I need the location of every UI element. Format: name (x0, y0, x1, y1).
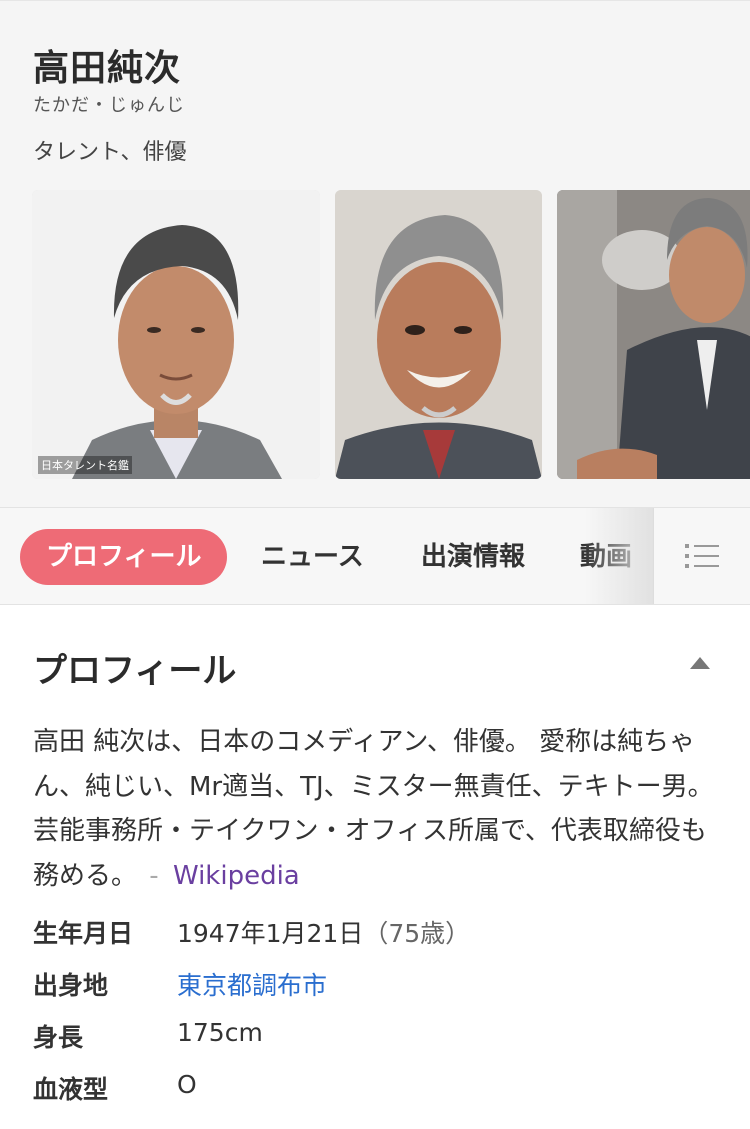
knowledge-panel-header: 高田純次 たかだ・じゅんじ タレント、俳優 日本タレント名鑑 (0, 0, 750, 507)
portrait-image-1 (32, 190, 320, 479)
photo-portrait-3[interactable] (557, 190, 750, 479)
tab-scroll-fade (585, 508, 653, 604)
birthdate-value: 1947年1月21日 (177, 919, 364, 948)
portrait-image-2 (335, 190, 542, 479)
fact-value-birthplace: 東京都調布市 (177, 966, 327, 1002)
fact-label-birthdate: 生年月日 (33, 919, 134, 948)
fact-label-height: 身長 (33, 1023, 84, 1052)
tab-appearance-info[interactable]: 出演情報 (421, 529, 525, 585)
name-reading: たかだ・じゅんじ (33, 95, 185, 116)
section-title: プロフィール (33, 651, 237, 691)
photo-portrait-1[interactable]: 日本タレント名鑑 (32, 190, 320, 479)
description-text: 高田 純次は、日本のコメディアン、俳優。 愛称は純ちゃん、純じい、Mr適当、TJ… (33, 727, 714, 891)
photo-portrait-2[interactable] (335, 190, 542, 479)
tab-menu-button[interactable] (653, 508, 750, 604)
tab-news[interactable]: ニュース (261, 529, 364, 585)
person-name: 高田純次 (33, 48, 182, 89)
triangle-up-icon[interactable] (690, 657, 710, 669)
wikipedia-link[interactable]: Wikipedia (173, 861, 300, 891)
source-separator: - (149, 860, 159, 891)
fact-value-blood-type: O (177, 1070, 197, 1099)
fact-value-birthdate: 1947年1月21日（75歳） (177, 914, 470, 950)
age-value: （75歳） (363, 919, 471, 948)
birthplace-link[interactable]: 東京都調布市 (177, 971, 327, 1000)
occupation: タレント、俳優 (33, 140, 187, 165)
photo-credit: 日本タレント名鑑 (38, 456, 132, 474)
portrait-image-3 (557, 190, 750, 479)
fact-label-blood-type: 血液型 (33, 1075, 109, 1104)
fact-value-height: 175cm (177, 1018, 263, 1047)
profile-description: 高田 純次は、日本のコメディアン、俳優。 愛称は純ちゃん、純じい、Mr適当、TJ… (33, 720, 723, 898)
tab-profile[interactable]: プロフィール (20, 529, 228, 585)
fact-label-birthplace: 出身地 (33, 971, 109, 1000)
list-icon (685, 544, 719, 568)
tab-bar: プロフィール ニュース 出演情報 動画 (0, 507, 750, 605)
